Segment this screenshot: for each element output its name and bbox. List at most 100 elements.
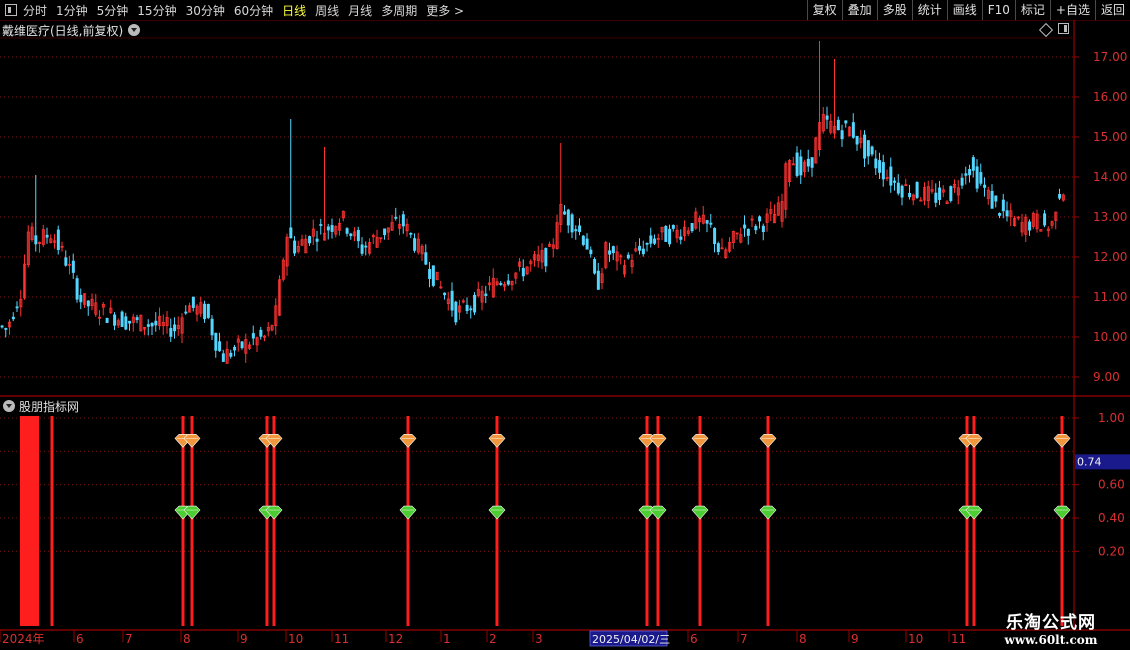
- price-axis: 17.00 16.00 15.00 14.00 13.00 12.00 11.00 10.00…: [1074, 50, 1127, 384]
- price-tick-label: 9.00: [1093, 370, 1120, 384]
- candle-body: [746, 228, 750, 236]
- date-label: 9: [851, 632, 859, 646]
- price-tick-label: 10.00: [1093, 330, 1127, 344]
- date-label: 1: [443, 632, 451, 646]
- candle-body: [71, 260, 75, 273]
- candle-body: [878, 160, 882, 173]
- candle-body: [589, 249, 593, 255]
- date-label: 7: [740, 632, 748, 646]
- candle-body: [330, 225, 334, 232]
- bottom-diamond: [399, 505, 417, 520]
- indicator-tick-label: 0.40: [1098, 511, 1125, 525]
- candle-body: [383, 228, 387, 236]
- candle-body: [169, 327, 173, 337]
- candle-body: [345, 228, 349, 234]
- candle-body: [851, 122, 855, 138]
- candle-body: [855, 135, 859, 145]
- candle-body: [450, 290, 454, 311]
- candle-body: [308, 236, 312, 244]
- candle-body: [799, 156, 803, 176]
- candle-body: [908, 192, 912, 198]
- candle-body: [173, 324, 177, 332]
- candle-body: [1058, 194, 1062, 199]
- top-diamond: [399, 434, 417, 448]
- candle-body: [900, 185, 904, 198]
- chart-area[interactable]: 17.0016.0015.0014.0013.0012.0011.0010.00…: [0, 0, 1130, 650]
- candle-body: [146, 324, 150, 327]
- chevron-down-icon[interactable]: [128, 24, 141, 36]
- candle-body: [874, 158, 878, 169]
- candle-body: [473, 294, 477, 313]
- candle-body: [889, 166, 893, 186]
- candle-body: [431, 265, 435, 286]
- candle-body: [638, 245, 642, 251]
- date-label: 3: [535, 632, 543, 646]
- price-panel-title: 戴维医疗(日线,前复权): [2, 23, 124, 38]
- date-label: 8: [183, 632, 191, 646]
- top-diamond: [183, 434, 201, 448]
- candle-body: [761, 225, 765, 232]
- watermark-title: 乐淘公式网: [1006, 613, 1096, 633]
- bottom-diamond: [759, 505, 777, 520]
- candle-body: [934, 192, 938, 203]
- candle-body: [4, 328, 8, 330]
- candle-body: [154, 320, 158, 326]
- candle-body: [716, 243, 720, 252]
- date-label: 2024年: [2, 632, 45, 646]
- date-label: 10: [908, 632, 923, 646]
- candle-body: [570, 214, 574, 233]
- candle-body: [128, 320, 132, 324]
- candle-body: [975, 166, 979, 189]
- indicator-tick-label: 0.60: [1098, 478, 1125, 492]
- signal-block: [20, 416, 39, 626]
- date-label: 11: [334, 632, 349, 646]
- candle-body: [86, 300, 90, 307]
- candle-body: [506, 280, 510, 285]
- bottom-diamond: [1053, 505, 1071, 520]
- candle-body: [949, 186, 953, 201]
- candle-body: [240, 341, 244, 349]
- candle-body: [79, 294, 83, 303]
- candle-body: [836, 119, 840, 131]
- candle-body: [840, 130, 844, 140]
- date-label: 6: [76, 632, 84, 646]
- indicator-axis: 1.00 0.74 0.60 0.40 0.20: [1074, 411, 1130, 558]
- candle-body: [184, 311, 188, 314]
- candle-body: [896, 182, 900, 194]
- candle-body: [960, 177, 964, 186]
- candle-body: [863, 134, 867, 159]
- candle-body: [709, 222, 713, 225]
- candle-body: [1001, 199, 1005, 212]
- diamond-icon[interactable]: [1038, 22, 1054, 38]
- candle-body: [893, 180, 897, 183]
- chevron-down-icon[interactable]: [3, 400, 15, 412]
- candle-body: [563, 211, 567, 215]
- price-tick-label: 16.00: [1093, 90, 1127, 104]
- candle-body: [360, 244, 364, 254]
- watermark: 乐淘公式网 www.60lt.com: [995, 608, 1107, 647]
- candle-body: [364, 245, 368, 248]
- candle-body: [544, 247, 548, 267]
- date-label: 7: [125, 632, 133, 646]
- candle-body: [56, 229, 60, 250]
- candle-body: [356, 229, 360, 242]
- candle-body: [0, 325, 4, 328]
- candle-body: [124, 316, 128, 330]
- candle-body: [968, 169, 972, 176]
- indicator-tick-label: 1.00: [1098, 411, 1125, 425]
- candle-body: [668, 228, 672, 245]
- split-window-icon[interactable]: [1058, 23, 1069, 34]
- candle-body: [401, 214, 405, 227]
- bottom-diamond: [183, 505, 201, 520]
- date-label: 11: [951, 632, 966, 646]
- top-diamond: [649, 434, 667, 448]
- candle-body: [578, 225, 582, 233]
- candle-body: [806, 158, 810, 167]
- candle-body: [915, 181, 919, 198]
- bottom-diamond: [649, 505, 667, 520]
- chart-frame: [0, 20, 1130, 631]
- candle-body: [705, 220, 709, 224]
- candle-body: [713, 227, 717, 245]
- candle-body: [315, 238, 319, 242]
- top-diamond: [488, 434, 506, 448]
